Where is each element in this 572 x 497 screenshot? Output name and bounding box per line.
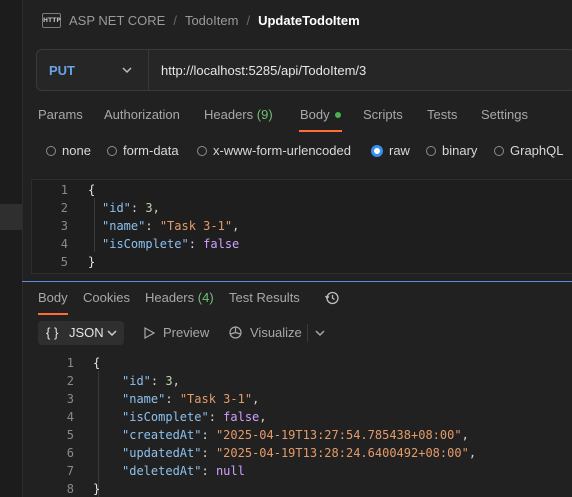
left-sidebar-strip (0, 0, 23, 497)
radio-graphql[interactable]: GraphQL (494, 143, 563, 158)
radio-x-www-form-urlencoded[interactable]: x-www-form-urlencoded (197, 143, 351, 158)
radio-circle-icon (494, 145, 504, 156)
tab-authorization[interactable]: Authorization (104, 107, 180, 122)
pane-splitter[interactable] (22, 281, 572, 282)
play-icon (144, 326, 155, 339)
code-line: } (93, 482, 101, 496)
radio-none[interactable]: none (46, 143, 91, 158)
tab-tests[interactable]: Tests (427, 107, 457, 122)
line-number: 4 (60, 237, 68, 251)
active-tab-underline (299, 130, 342, 132)
radio-label: none (62, 143, 91, 158)
breadcrumb-collection[interactable]: ASP NET CORE (69, 13, 165, 28)
line-number: 6 (66, 446, 74, 460)
response-format-select[interactable]: { } JSON (38, 321, 124, 345)
radio-binary[interactable]: binary (426, 143, 477, 158)
radio-raw[interactable]: raw (371, 143, 410, 158)
line-number: 7 (66, 464, 74, 478)
request-body-editor[interactable]: 1 { 2 "id": 3, 3 "name": "Task 3-1", 4 "… (31, 179, 572, 274)
tab-response-headers-label: Headers (145, 290, 195, 305)
divider (148, 50, 149, 90)
braces-icon: { } (46, 325, 59, 340)
line-number: 5 (60, 255, 68, 269)
line-number: 1 (60, 183, 68, 197)
line-number: 3 (60, 219, 68, 233)
indent-guide (98, 371, 99, 497)
line-number: 8 (66, 482, 74, 496)
request-name[interactable]: UpdateTodoItem (258, 13, 360, 28)
tab-response-headers[interactable]: Headers (4) (145, 290, 214, 305)
tab-body[interactable]: Body (300, 107, 341, 122)
code-line: { (93, 356, 101, 370)
chevron-down-icon[interactable] (314, 327, 326, 339)
code-line: } (88, 255, 96, 269)
line-number: 2 (60, 201, 68, 215)
url-input[interactable]: http://localhost:5285/api/TodoItem/3 (161, 63, 366, 78)
tab-headers-count: (9) (256, 107, 273, 122)
radio-label: x-www-form-urlencoded (213, 143, 351, 158)
line-number: 3 (66, 392, 74, 406)
preview-label: Preview (163, 325, 210, 340)
divider (307, 324, 308, 342)
radio-circle-icon (46, 145, 56, 156)
code-line: "name": "Task 3-1", (122, 392, 260, 406)
preview-button[interactable]: Preview (143, 325, 209, 340)
tab-body-label: Body (300, 107, 330, 122)
breadcrumb: HTTP ASP NET CORE / TodoItem / UpdateTod… (42, 11, 360, 29)
radio-label: binary (442, 143, 478, 158)
tab-response-body[interactable]: Body (38, 290, 68, 305)
body-modified-dot-icon (334, 111, 341, 118)
line-number: 1 (66, 356, 74, 370)
visualize-icon (229, 326, 242, 339)
chevron-down-icon (107, 330, 117, 337)
history-icon[interactable] (324, 290, 340, 306)
radio-circle-icon (107, 145, 117, 156)
response-body-viewer[interactable]: 1 { 2 "id": 3, 3 "name": "Task 3-1", 4 "… (31, 353, 572, 497)
code-line: "updatedAt": "2025-04-19T13:28:24.640049… (122, 446, 477, 460)
visualize-label: Visualize (250, 325, 302, 340)
response-format-label: JSON (69, 325, 104, 340)
code-line: "id": 3, (102, 201, 160, 215)
code-line: "isComplete": false (102, 237, 240, 251)
code-line: "id": 3, (122, 374, 180, 388)
tab-cookies[interactable]: Cookies (83, 290, 130, 305)
request-url-bar: PUT http://localhost:5285/api/TodoItem/3 (36, 49, 572, 91)
line-number: 5 (66, 428, 74, 442)
radio-label: raw (389, 143, 410, 158)
breadcrumb-separator: / (246, 12, 251, 28)
code-line: { (88, 183, 96, 197)
tab-headers-label: Headers (204, 107, 254, 122)
sidebar-selected-row[interactable] (0, 204, 22, 230)
tab-response-headers-count: (4) (197, 290, 214, 305)
breadcrumb-folder[interactable]: TodoItem (185, 13, 238, 28)
tab-scripts[interactable]: Scripts (363, 107, 403, 122)
line-number: 2 (66, 374, 74, 388)
code-line: "deletedAt": null (122, 464, 245, 478)
tab-settings[interactable]: Settings (481, 107, 528, 122)
tab-params[interactable]: Params (38, 107, 83, 122)
radio-circle-icon (426, 145, 436, 156)
radio-label: GraphQL (510, 143, 564, 158)
http-request-icon: HTTP (42, 12, 61, 28)
tab-test-results[interactable]: Test Results (229, 290, 300, 305)
chevron-down-icon[interactable] (121, 63, 133, 77)
radio-label: form-data (123, 143, 179, 158)
code-line: "createdAt": "2025-04-19T13:27:54.785438… (122, 428, 469, 442)
indent-guide (94, 198, 95, 252)
breadcrumb-separator: / (173, 12, 177, 28)
radio-selected-icon (371, 144, 383, 157)
tab-headers[interactable]: Headers (9) (204, 107, 273, 122)
code-line: "isComplete": false, (122, 410, 267, 424)
radio-circle-icon (197, 145, 207, 156)
code-line: "name": "Task 3-1", (102, 219, 240, 233)
line-number: 4 (66, 410, 74, 424)
visualize-button[interactable]: Visualize (228, 325, 302, 340)
http-method-select[interactable]: PUT (49, 63, 75, 78)
radio-form-data[interactable]: form-data (107, 143, 179, 158)
active-response-tab-underline (38, 313, 68, 315)
